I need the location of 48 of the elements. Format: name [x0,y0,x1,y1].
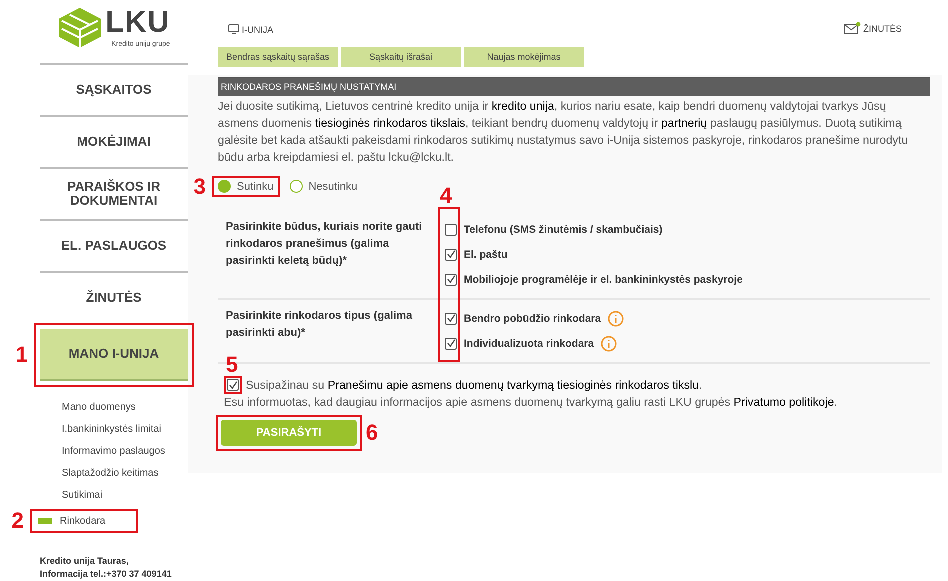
logo-icon [58,6,102,48]
contact-text: Kredito unija Tauras, [40,555,130,568]
question-label: Pasirinkite rinkodaros tipus (galima pasirinkti abu)* [226,309,414,341]
subnav-item[interactable]: Informavimo paslaugos [40,443,166,459]
option-label: El. paštu [464,248,508,260]
option-label: Individualizuota rinkodara [464,338,594,350]
section-title: RINKODAROS PRANEŠIMŲ NUSTATYMAI [218,77,930,96]
callout-number: 6 [366,422,378,444]
callout-number: 3 [194,176,206,198]
option-label: Bendro pobūdžio rinkodara [464,312,602,324]
tab-button[interactable]: Bendras sąskaitų sąrašas [218,47,338,67]
callout-number: 2 [12,510,24,532]
subnav-item[interactable]: Slaptažodžio keitimas [40,465,159,481]
callout-number: 5 [226,354,238,376]
intro-paragraph: Jei duosite sutikimą, Lietuvos centrinė kredito unija ir kredito unija, kurios nariu esate, kaip bendri duomenų valdytojai tvarkys Jūsų asmens duomenis tiesioginės rinkodaros tikslais, teikiant bendrų duomenų valdytojų ir partnerių paslaugų pasiūlymus. Duotą sutikimą galėsite bet kada atšaukti pakeisdami rinkodaros sutikimų nustatymus savo i-Unija sistemos paskyroje, rinkodaros pranešime nurodytu būdu arba kreipdamiesi el. paštu lcku@lcku.lt. [218,99,910,166]
subnav-item[interactable]: Sutikimai [40,487,103,503]
text-link[interactable]: Privatumo politikoje [734,396,834,409]
text-link[interactable]: Pranešimu apie asmens duomenų tvarkymą tiesioginės rinkodaros tikslu [328,378,700,392]
tab-button[interactable]: Sąskaitų išrašai [341,47,461,67]
callout-number: 1 [16,344,28,366]
question-label: Pasirinkite būdus, kuriais norite gauti rinkodaros pranešimus (galima pasirinkti keletą būdų)* [226,220,424,269]
radio-option[interactable]: Nesutinku [290,180,358,193]
contact-text: Informacija tel.:+370 37 409141 [40,568,173,581]
tab-button[interactable]: Naujas mokėjimas [464,47,584,67]
checkbox[interactable] [445,224,457,236]
checkbox[interactable] [445,338,457,350]
checkbox[interactable] [445,312,457,324]
app-link[interactable]: I-UNIJA [228,24,274,35]
nav-item[interactable]: MANO I-UNIJA [40,329,188,381]
agreement-text: Susipažinau su Pranešimu apie asmens duomenų tvarkymą tiesioginės rinkodaros tikslu. [246,378,702,392]
subnav-item[interactable]: I.bankininkystės limitai [40,421,162,437]
active-marker [38,518,52,524]
text-link[interactable]: partnerių [661,117,708,130]
monitor-icon [228,24,240,35]
privacy-note: Esu informuotas, kad daugiau informacijos apie asmens duomenų tvarkymą galiu rasti LKU grupės Privatumo politikoje. [224,396,839,409]
subnav-item[interactable]: Mano duomenys [40,399,136,415]
text-link[interactable]: tiesioginės rinkodaros tikslais [315,117,466,130]
radio-option[interactable]: Sutinku [218,180,274,193]
callout-number: 4 [440,185,452,207]
option-label: Telefonu (SMS žinutėmis / skambučiais) [464,224,663,236]
checkbox[interactable] [445,274,457,286]
option-label: Mobiliojoje programėlėje ir el. bankininkystės paskyroje [464,274,743,286]
messages-link[interactable]: ŽINUTĖS [844,22,902,35]
checkbox[interactable] [445,248,457,260]
subnav-item[interactable]: Rinkodara [38,513,106,529]
text-link[interactable]: kredito unija [492,100,554,113]
checkbox[interactable] [227,379,239,391]
logo-wordmark: LKU [106,8,170,38]
